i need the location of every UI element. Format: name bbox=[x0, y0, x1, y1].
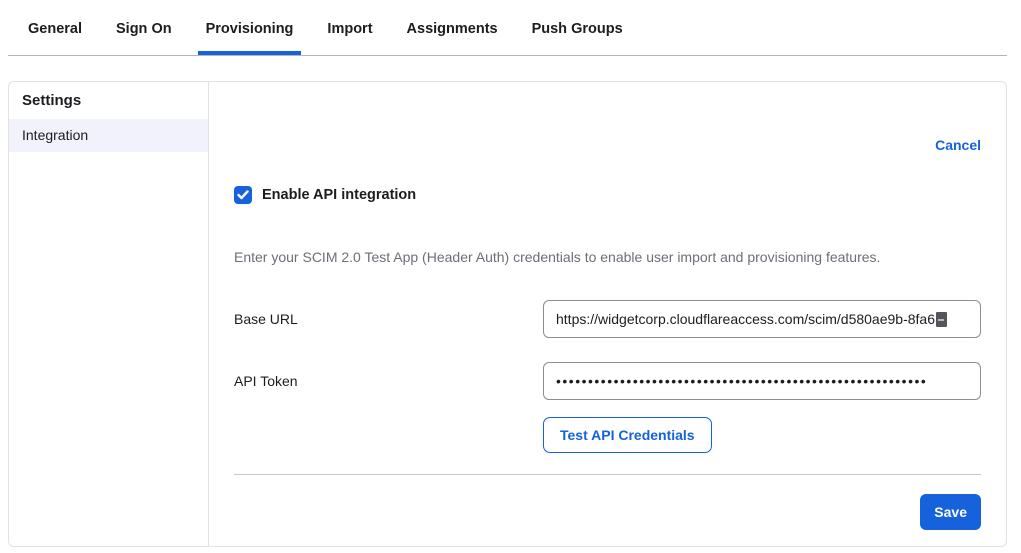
api-token-value: ••••••••••••••••••••••••••••••••••••••••… bbox=[556, 373, 927, 389]
tab-assignments[interactable]: Assignments bbox=[399, 22, 506, 55]
enable-api-label: Enable API integration bbox=[262, 187, 416, 203]
base-url-label: Base URL bbox=[234, 311, 543, 327]
checkmark-icon bbox=[237, 190, 249, 200]
enable-api-row: Enable API integration bbox=[234, 186, 981, 204]
integration-form: Cancel Enable API integration Enter your… bbox=[209, 82, 1006, 546]
text-overflow-cursor-icon bbox=[936, 312, 947, 327]
cancel-link[interactable]: Cancel bbox=[935, 138, 981, 153]
settings-sidebar: Settings Integration bbox=[9, 82, 209, 546]
base-url-value: https://widgetcorp.cloudflareaccess.com/… bbox=[556, 311, 935, 327]
tab-push-groups[interactable]: Push Groups bbox=[524, 22, 631, 55]
tab-sign-on[interactable]: Sign On bbox=[108, 22, 180, 55]
tab-provisioning[interactable]: Provisioning bbox=[198, 22, 302, 55]
form-divider bbox=[234, 474, 981, 475]
api-token-label: API Token bbox=[234, 373, 543, 389]
base-url-input[interactable]: https://widgetcorp.cloudflareaccess.com/… bbox=[543, 300, 981, 338]
test-credentials-row: Test API Credentials bbox=[234, 417, 981, 453]
sidebar-item-integration[interactable]: Integration bbox=[9, 119, 208, 152]
sidebar-heading: Settings bbox=[9, 91, 208, 111]
tab-general[interactable]: General bbox=[20, 22, 90, 55]
api-token-input[interactable]: ••••••••••••••••••••••••••••••••••••••••… bbox=[543, 362, 981, 400]
test-api-credentials-button[interactable]: Test API Credentials bbox=[543, 417, 712, 453]
tab-import[interactable]: Import bbox=[319, 22, 380, 55]
base-url-row: Base URL https://widgetcorp.cloudflareac… bbox=[234, 300, 981, 338]
provisioning-panel: Settings Integration Cancel Enable API i… bbox=[8, 81, 1007, 547]
enable-api-checkbox[interactable] bbox=[234, 186, 252, 204]
credentials-description: Enter your SCIM 2.0 Test App (Header Aut… bbox=[234, 249, 981, 265]
app-tabbar: General Sign On Provisioning Import Assi… bbox=[8, 0, 1007, 56]
save-button[interactable]: Save bbox=[920, 494, 981, 530]
api-token-row: API Token ••••••••••••••••••••••••••••••… bbox=[234, 362, 981, 400]
save-row: Save bbox=[234, 494, 981, 530]
